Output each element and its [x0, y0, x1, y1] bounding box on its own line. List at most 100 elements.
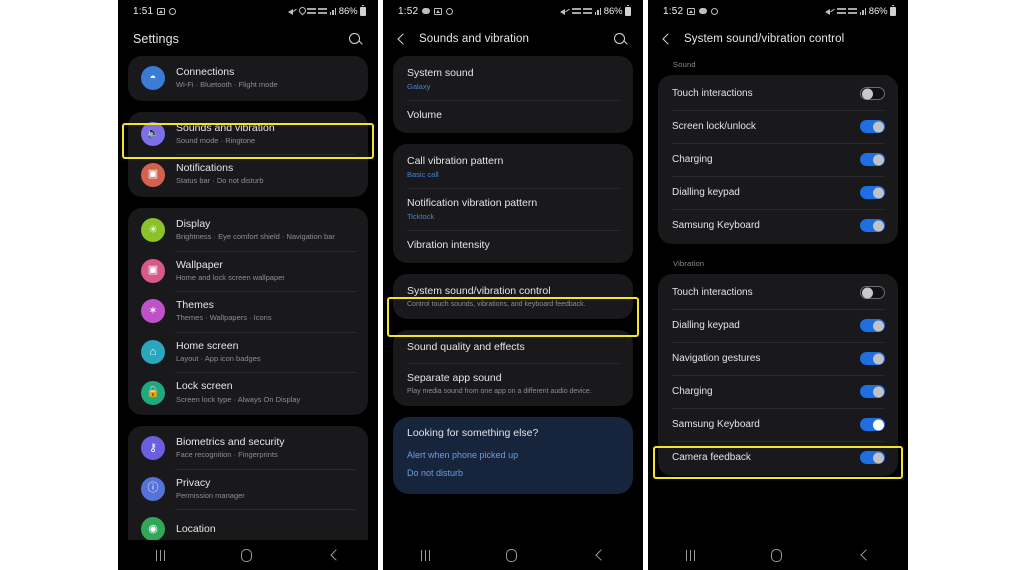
toggle-label: Charging [672, 154, 713, 165]
row-title: Vibration intensity [407, 238, 490, 251]
data-icon [848, 7, 857, 15]
search-icon[interactable] [612, 31, 629, 48]
list-item-system-sound[interactable]: System sound Galaxy [393, 58, 633, 100]
toggle-row-charging-vibration[interactable]: Charging [658, 375, 898, 408]
home-icon[interactable] [506, 548, 518, 562]
mute-icon [287, 7, 297, 15]
toggle-switch[interactable] [860, 87, 885, 100]
status-bar: 1:51 86% [118, 0, 378, 22]
toggle-row-camera-feedback[interactable]: Camera feedback [658, 441, 898, 474]
toggle-row-samsung-keyboard-vibration[interactable]: Samsung Keyboard [658, 408, 898, 441]
toggle-row-samsung-keyboard-sound[interactable]: Samsung Keyboard [658, 209, 898, 242]
home-icon[interactable] [771, 548, 783, 562]
toggle-switch[interactable] [860, 418, 885, 431]
sidebar-item-biometrics-and-security[interactable]: ⚷ Biometrics and security Face recogniti… [128, 428, 368, 469]
network-icon [836, 7, 846, 15]
sidebar-item-sounds-and-vibration[interactable]: 🔈 Sounds and vibration Sound mode · Ring… [128, 114, 368, 155]
circle-icon [446, 7, 454, 15]
sidebar-item-themes[interactable]: ✶ Themes Themes · Wallpapers · Icons [128, 291, 368, 332]
sidebar-item-home-screen[interactable]: ⌂ Home screen Layout · App icon badges [128, 331, 368, 373]
sidebar-item-display[interactable]: ☀ Display Brightness · Eye comfort shiel… [128, 210, 368, 251]
data-icon [583, 7, 592, 15]
brightness-icon: ☀ [141, 218, 165, 243]
row-subtitle: Face recognition · Fingerprints [176, 450, 278, 460]
list-item-sound-quality-and-effects[interactable]: Sound quality and effects [393, 332, 633, 364]
back-icon[interactable] [594, 550, 605, 561]
row-title: Separate app sound [407, 372, 502, 385]
toggle-switch[interactable] [860, 385, 885, 398]
toggle-switch[interactable] [860, 186, 885, 199]
phone-screen-settings: 1:51 86% Settings ◓ Connections Wi-Fi · … [118, 0, 378, 570]
battery-percent: 86% [338, 5, 358, 17]
section-vibration: Touch interactions Dialling keypad Navig… [658, 274, 898, 476]
list-item-volume[interactable]: Volume [393, 99, 633, 132]
row-title: Location [176, 522, 216, 535]
toggle-switch[interactable] [860, 319, 885, 332]
toggle-row-dialling-keypad-vibration[interactable]: Dialling keypad [658, 309, 898, 342]
signal-bars-icon [859, 7, 867, 15]
wallpaper-icon: ▣ [141, 258, 165, 283]
back-icon[interactable] [329, 550, 340, 561]
search-icon[interactable] [347, 31, 364, 48]
sidebar-item-privacy[interactable]: ⓘ Privacy Permission manager [128, 468, 368, 510]
toggle-switch[interactable] [860, 120, 885, 133]
back-icon[interactable] [658, 31, 674, 47]
nav-bar [383, 540, 643, 570]
section-sound: Touch interactions Screen lock/unlock Ch… [658, 75, 898, 244]
recents-icon[interactable] [686, 549, 696, 561]
page-title: Sounds and vibration [419, 33, 530, 45]
toggle-row-dialling-keypad-sound[interactable]: Dialling keypad [658, 176, 898, 209]
sidebar-item-notifications[interactable]: ▣ Notifications Status bar · Do not dist… [128, 154, 368, 195]
sidebar-item-connections[interactable]: ◓ Connections Wi-Fi · Bluetooth · Flight… [128, 58, 368, 99]
back-icon[interactable] [859, 550, 870, 561]
sidebar-item-lock-screen[interactable]: 🔒 Lock screen Screen lock type · Always … [128, 372, 368, 413]
settings-group-sound-notifications: 🔈 Sounds and vibration Sound mode · Ring… [128, 111, 368, 197]
image-icon [687, 7, 696, 15]
toggle-switch[interactable] [860, 451, 885, 464]
signal-bars-icon [329, 7, 337, 15]
toggle-row-touch-interactions-vibration[interactable]: Touch interactions [658, 276, 898, 309]
recents-icon[interactable] [421, 549, 431, 561]
image-icon [157, 7, 166, 15]
list-item-system-sound-vibration-control[interactable]: System sound/vibration control Control t… [393, 276, 633, 317]
row-subtitle: Wi-Fi · Bluetooth · Flight mode [176, 80, 278, 90]
notification-icon: ▣ [141, 162, 165, 187]
status-time: 1:52 [398, 5, 419, 17]
nav-bar [118, 540, 378, 570]
battery-percent: 86% [603, 5, 623, 17]
signal-bars-icon [594, 7, 602, 15]
row-title: Display [176, 217, 211, 230]
data-icon [318, 7, 327, 15]
group-system-sound-vibration-control: System sound/vibration control Control t… [393, 274, 633, 319]
list-item-separate-app-sound[interactable]: Separate app sound Play media sound from… [393, 363, 633, 404]
settings-group-display: ☀ Display Brightness · Eye comfort shiel… [128, 207, 368, 415]
row-description: Control touch sounds, vibrations, and ke… [407, 300, 586, 308]
settings-list: System sound Galaxy Volume Call vibratio… [383, 56, 643, 495]
status-bar: 1:52 86% [648, 0, 908, 22]
sidebar-item-wallpaper[interactable]: ▣ Wallpaper Home and lock screen wallpap… [128, 250, 368, 292]
section-label-vibration: Vibration [673, 259, 705, 268]
toggle-switch[interactable] [860, 286, 885, 299]
list-item-vibration-intensity[interactable]: Vibration intensity [393, 229, 633, 262]
app-bar: Sounds and vibration [383, 22, 643, 56]
recents-icon[interactable] [156, 549, 166, 561]
toggle-row-charging-sound[interactable]: Charging [658, 143, 898, 176]
toggle-row-touch-interactions-sound[interactable]: Touch interactions [658, 77, 898, 110]
toggle-switch[interactable] [860, 352, 885, 365]
toggle-switch[interactable] [860, 153, 885, 166]
back-icon[interactable] [393, 31, 409, 47]
row-title: Connections [176, 66, 235, 78]
toggle-row-screen-lock-unlock[interactable]: Screen lock/unlock [658, 110, 898, 143]
toggle-switch[interactable] [860, 219, 885, 232]
row-title: Sounds and vibration [176, 121, 275, 134]
tip-link-do-not-disturb[interactable]: Do not disturb [393, 464, 633, 482]
list-item-notification-vibration-pattern[interactable]: Notification vibration pattern Ticktock [393, 187, 633, 230]
toggle-row-navigation-gestures[interactable]: Navigation gestures [658, 342, 898, 375]
home-icon[interactable] [241, 548, 253, 562]
themes-icon: ✶ [141, 299, 165, 324]
wifi-icon: ◓ [141, 66, 165, 91]
row-title: Volume [407, 108, 443, 121]
phone-screen-system-sound-vibration-control: 1:52 86% System sound/vibration control … [648, 0, 908, 570]
list-item-call-vibration-pattern[interactable]: Call vibration pattern Basic call [393, 146, 633, 188]
tip-link-alert-when-phone-picked-up[interactable]: Alert when phone picked up [393, 446, 633, 464]
